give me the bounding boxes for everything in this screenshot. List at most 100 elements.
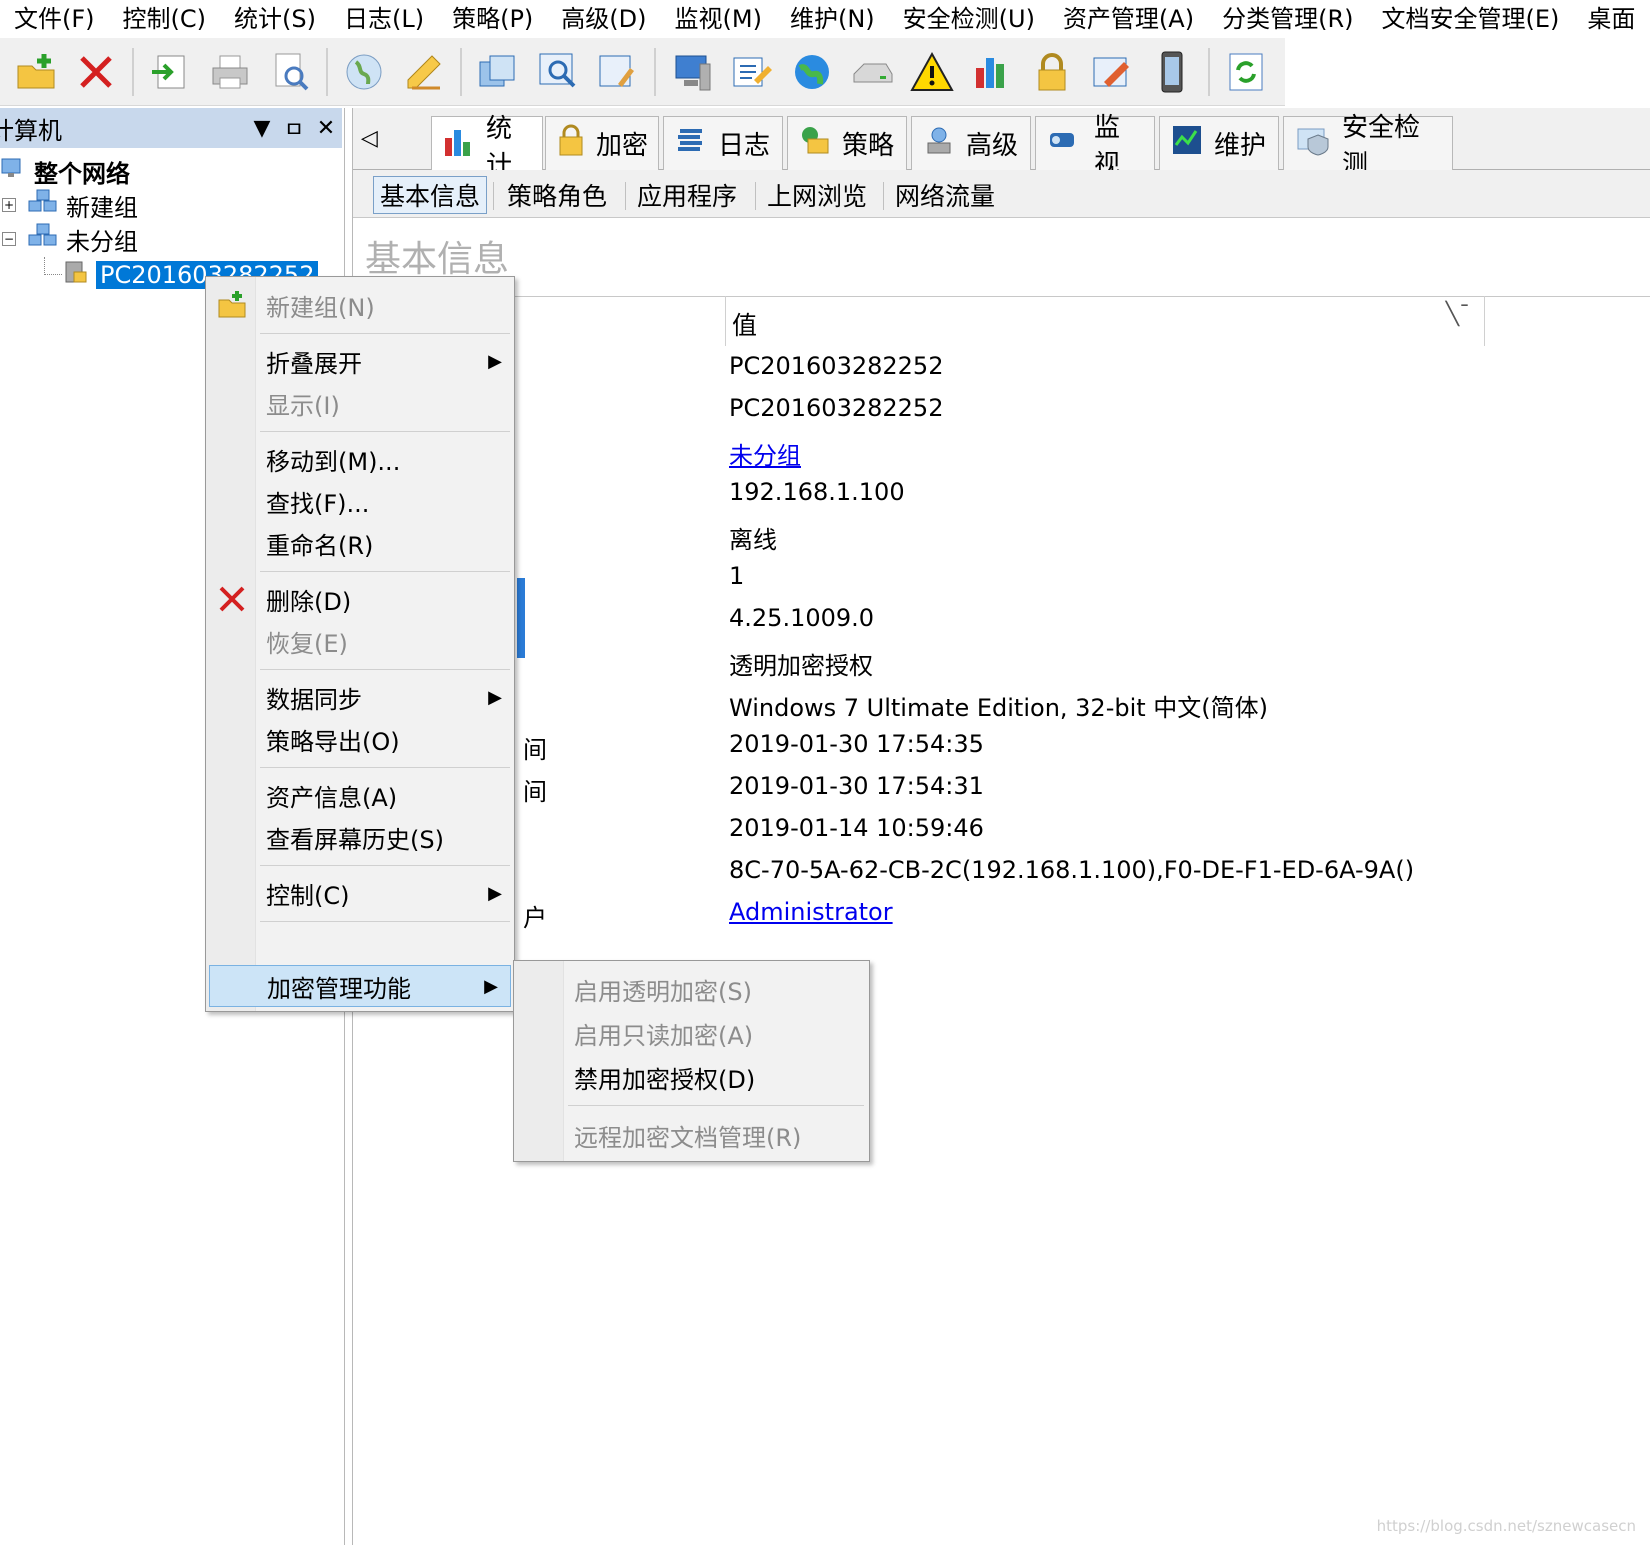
tree-node-label: 整个网络 bbox=[34, 159, 130, 188]
scroll-left-icon[interactable]: ◁ bbox=[361, 126, 378, 151]
menu-item-find[interactable]: 查找(F)... bbox=[206, 481, 514, 521]
menu-item-restore[interactable]: 恢复(E) bbox=[206, 621, 514, 661]
policy-icon bbox=[798, 123, 832, 164]
menu-separator bbox=[260, 865, 510, 866]
tab-advanced[interactable]: 高级 bbox=[911, 116, 1031, 170]
menu-item-label: 折叠展开 bbox=[266, 349, 362, 378]
note-button[interactable] bbox=[398, 45, 450, 99]
menu-item-new-group[interactable]: 新建组(N) bbox=[206, 285, 514, 325]
menu-item-enable-transparent-encryption[interactable]: 启用透明加密(S) bbox=[514, 969, 869, 1009]
refresh-button[interactable] bbox=[1220, 45, 1272, 99]
tab-label: 维护 bbox=[1214, 131, 1267, 161]
menu-item-disable-encryption-auth[interactable]: 禁用加密授权(D) bbox=[514, 1057, 869, 1097]
drive-button[interactable] bbox=[846, 45, 898, 99]
label-fragment: 间 bbox=[523, 736, 547, 764]
new-group-icon bbox=[14, 50, 58, 94]
pin-icon[interactable]: ㅁ bbox=[278, 112, 310, 144]
tab-policy[interactable]: 策略 bbox=[787, 116, 907, 170]
menu-item-encryption-management[interactable]: 加密管理功能 ▶ bbox=[209, 965, 511, 1007]
tree-node-ungrouped[interactable]: − 未分组 bbox=[2, 222, 138, 256]
report-button[interactable] bbox=[726, 45, 778, 99]
menu-item-screen-history[interactable]: 查看屏幕历史(S) bbox=[206, 817, 514, 857]
import-button[interactable] bbox=[144, 45, 196, 99]
group-icon bbox=[28, 223, 58, 255]
menu-log[interactable]: 日志(L) bbox=[330, 0, 438, 38]
close-icon[interactable]: ✕ bbox=[310, 116, 342, 141]
menu-desktop[interactable]: 桌面 bbox=[1573, 0, 1649, 38]
menu-item-asset-info[interactable]: 资产信息(A) bbox=[206, 775, 514, 815]
computer-button[interactable] bbox=[666, 45, 718, 99]
tree-node-entire-network[interactable]: 整个网络 bbox=[0, 154, 130, 188]
refresh-icon bbox=[1224, 50, 1268, 94]
subtab-applications[interactable]: 应用程序 bbox=[631, 176, 743, 214]
internet-icon bbox=[790, 50, 834, 94]
value-group-link[interactable]: 未分组 bbox=[729, 436, 801, 471]
menu-item-delete[interactable]: 删除(D) bbox=[206, 579, 514, 619]
menu-monitor[interactable]: 监视(M) bbox=[661, 0, 776, 38]
copy-windows-button[interactable] bbox=[472, 45, 524, 99]
toolbar-separator bbox=[1208, 47, 1210, 96]
menu-item-policy-export[interactable]: 策略导出(O) bbox=[206, 719, 514, 759]
value-encryption-mode: 透明加密授权 bbox=[729, 652, 873, 680]
edit-doc-button[interactable] bbox=[1086, 45, 1138, 99]
menu-item-control[interactable]: 控制(C) ▶ bbox=[206, 873, 514, 913]
menu-bar: 文件(F) 控制(C) 统计(S) 日志(L) 策略(P) 高级(D) 监视(M… bbox=[0, 0, 1650, 38]
value-column-header[interactable]: 值 ╲ˉ bbox=[725, 296, 1485, 346]
import-icon bbox=[148, 50, 192, 94]
lock-button[interactable] bbox=[1026, 45, 1078, 99]
menu-document-security[interactable]: 文档安全管理(E) bbox=[1368, 0, 1574, 38]
subtab-web-browsing[interactable]: 上网浏览 bbox=[761, 176, 873, 214]
tab-monitor[interactable]: 监视 bbox=[1035, 113, 1155, 180]
menu-category-management[interactable]: 分类管理(R) bbox=[1208, 0, 1367, 38]
menu-file[interactable]: 文件(F) bbox=[0, 0, 109, 38]
menu-item-rename[interactable]: 重命名(R) bbox=[206, 523, 514, 563]
tab-statistics[interactable]: 统计 bbox=[431, 114, 543, 181]
chevron-down-icon[interactable]: ▼ bbox=[246, 116, 278, 141]
menu-item-move-to[interactable]: 移动到(M)... bbox=[206, 439, 514, 479]
subtab-basic-info[interactable]: 基本信息 bbox=[373, 176, 488, 214]
internet-button[interactable] bbox=[786, 45, 838, 99]
menu-advanced[interactable]: 高级(D) bbox=[547, 0, 660, 38]
menu-security-check[interactable]: 安全检测(U) bbox=[889, 0, 1049, 38]
menu-item-label: 移动到(M)... bbox=[266, 447, 401, 476]
menu-maintenance[interactable]: 维护(N) bbox=[776, 0, 889, 38]
detail-panel: ◁ 统计 加密 日志 策略 高级 监视 维护 安全检测 基本信息 策略角色 应用… bbox=[352, 108, 1650, 1545]
warning-button[interactable] bbox=[906, 45, 958, 99]
chart-button[interactable] bbox=[966, 45, 1018, 99]
lock-icon bbox=[1030, 50, 1074, 94]
label-fragment: 间 bbox=[523, 778, 547, 806]
search-window-button[interactable] bbox=[532, 45, 584, 99]
menu-item-show[interactable]: 显示(I) bbox=[206, 383, 514, 423]
menu-item-enable-readonly-encryption[interactable]: 启用只读加密(A) bbox=[514, 1013, 869, 1053]
collapse-icon[interactable]: − bbox=[2, 232, 16, 246]
report-icon bbox=[730, 50, 774, 94]
menu-policy[interactable]: 策略(P) bbox=[438, 0, 547, 38]
statistics-icon bbox=[442, 124, 476, 165]
subtab-network-traffic[interactable]: 网络流量 bbox=[889, 176, 1001, 214]
menu-item-collapse-expand[interactable]: 折叠展开 ▶ bbox=[206, 341, 514, 381]
new-group-button[interactable] bbox=[10, 45, 62, 99]
window-edit-button[interactable] bbox=[592, 45, 644, 99]
print-button[interactable] bbox=[204, 45, 256, 99]
value-host-name: PC201603282252 bbox=[729, 394, 944, 422]
globe-button[interactable] bbox=[338, 45, 390, 99]
menu-item-data-sync[interactable]: 数据同步 ▶ bbox=[206, 677, 514, 717]
print-preview-button[interactable] bbox=[264, 45, 316, 99]
tab-security-check[interactable]: 安全检测 bbox=[1283, 113, 1453, 180]
subtab-policy-role[interactable]: 策略角色 bbox=[501, 176, 613, 214]
tab-maintenance[interactable]: 维护 bbox=[1159, 116, 1279, 170]
menu-control[interactable]: 控制(C) bbox=[109, 0, 220, 38]
value-user-link[interactable]: Administrator bbox=[729, 898, 893, 926]
menu-asset-management[interactable]: 资产管理(A) bbox=[1049, 0, 1208, 38]
tab-separator bbox=[883, 182, 884, 210]
delete-button[interactable] bbox=[70, 45, 122, 99]
tab-log[interactable]: 日志 bbox=[663, 116, 783, 170]
tab-encryption[interactable]: 加密 bbox=[545, 116, 659, 170]
tree-node-new-group[interactable]: + 新建组 bbox=[2, 188, 138, 222]
toolbar-separator bbox=[132, 47, 134, 96]
menu-statistics[interactable]: 统计(S) bbox=[220, 0, 330, 38]
menu-item-label: 加密管理功能 bbox=[267, 974, 411, 1003]
mobile-button[interactable] bbox=[1146, 45, 1198, 99]
expand-icon[interactable]: + bbox=[2, 198, 16, 212]
menu-item-remote-document-management[interactable]: 远程加密文档管理(R) bbox=[514, 1115, 869, 1155]
